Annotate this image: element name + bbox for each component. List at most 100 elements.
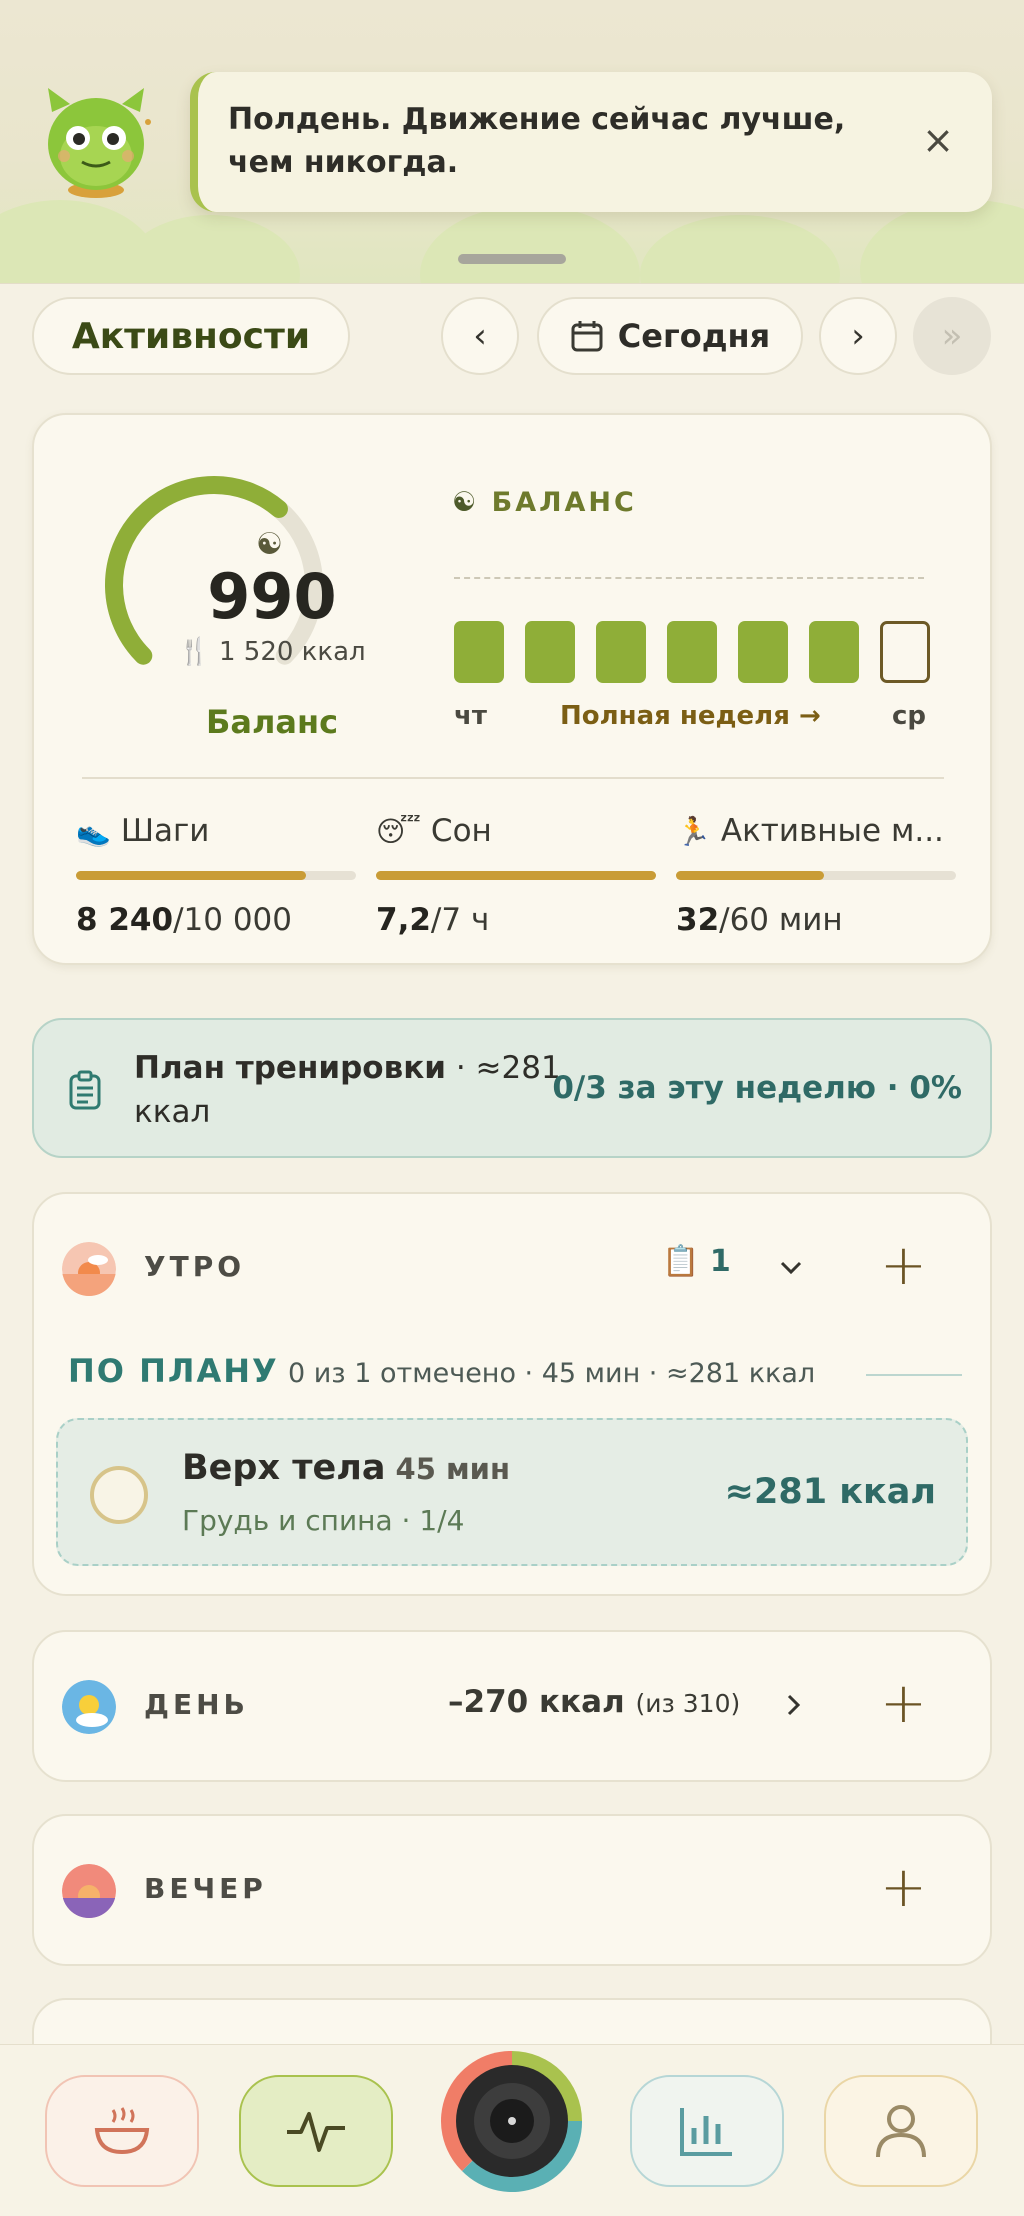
metric-active-minutes[interactable]: 🏃 Активные м... 32/60 мин: [676, 813, 956, 938]
metric-steps[interactable]: 👟 Шаги 8 240/10 000: [76, 813, 356, 938]
progress-bar: [676, 871, 956, 880]
add-activity-button[interactable]: +: [880, 1676, 927, 1732]
balance-title: БАЛАНС: [491, 487, 637, 518]
yin-yang-icon: ☯: [256, 527, 283, 562]
metric-sleep[interactable]: 😴 Сон 7,2/7 ч: [376, 813, 656, 938]
sunrise-icon: [62, 1242, 116, 1296]
workout-plan-card[interactable]: План тренировки · ≈281 ккал 0/3 за эту н…: [32, 1018, 992, 1158]
metric-name: Активные м...: [720, 813, 944, 849]
section-title: Активности: [71, 315, 311, 357]
toast-notification: Полдень. Движение сейчас лучше, чем нико…: [190, 72, 992, 212]
nav-activity-button[interactable]: [239, 2075, 393, 2187]
planned-count: 1: [709, 1244, 731, 1279]
chevron-left-icon: ‹: [473, 316, 487, 356]
intake-value: 1 520 ккал: [218, 637, 366, 667]
jump-today-button[interactable]: »: [913, 297, 991, 375]
metric-name: Шаги: [120, 813, 210, 849]
user-icon: [876, 2105, 926, 2158]
chevron-right-icon[interactable]: [778, 1690, 808, 1720]
sun-icon: [62, 1680, 116, 1734]
metric-value: 8 240: [76, 902, 174, 938]
progress-fill: [76, 871, 306, 880]
metric-goal: /60 мин: [719, 902, 843, 938]
progress-bar: [76, 871, 356, 880]
week-day-block[interactable]: [596, 621, 646, 683]
summary-card: ☯ 990 🍴 1 520 ккал Баланс ☯ БАЛАНС чт По…: [32, 413, 992, 965]
metric-goal: /10 000: [173, 902, 292, 938]
meal-section-day: ДЕНЬ –270 ккал (из 310) +: [32, 1630, 992, 1782]
progress-bar: [376, 871, 656, 880]
progress-fill: [676, 871, 825, 880]
camera-button[interactable]: [436, 2045, 588, 2197]
activity-pulse-icon: [287, 2112, 345, 2152]
fork-knife-icon: 🍴: [178, 637, 211, 667]
week-day-block[interactable]: [880, 621, 930, 683]
double-chevron-icon: »: [941, 316, 963, 356]
chevron-right-icon: ›: [851, 316, 865, 356]
dashed-divider: [454, 577, 924, 579]
gauge-label: Баланс: [205, 703, 339, 741]
full-week-link[interactable]: Полная неделя →: [560, 701, 821, 731]
week-start-label: чт: [454, 701, 487, 731]
section-title: ДЕНЬ: [144, 1688, 249, 1721]
workout-duration: 45 мин: [395, 1452, 511, 1486]
hill-decoration: [860, 200, 1024, 285]
planned-workout-item[interactable]: Верх тела 45 мин Грудь и спина · 1/4 ≈281…: [56, 1418, 968, 1566]
metric-value: 32: [676, 902, 720, 938]
plan-weekly-stat: 0/3 за эту неделю · 0%: [552, 1070, 962, 1106]
metric-name: Сон: [430, 813, 492, 849]
toast-message: Полдень. Движение сейчас лучше, чем нико…: [228, 102, 846, 180]
mascot-avatar[interactable]: [38, 82, 154, 204]
week-day-block[interactable]: [454, 621, 504, 683]
add-activity-button[interactable]: +: [880, 1860, 927, 1916]
bar-chart-icon: [680, 2108, 732, 2156]
progress-fill: [376, 871, 656, 880]
plan-meta: 0 из 1 отмечено · 45 мин · ≈281 ккал: [288, 1358, 816, 1389]
complete-checkbox[interactable]: [90, 1466, 148, 1524]
week-day-block[interactable]: [667, 621, 717, 683]
bowl-icon: [94, 2107, 150, 2155]
date-selector[interactable]: Сегодня: [537, 297, 803, 375]
week-day-block[interactable]: [809, 621, 859, 683]
section-title: УТРО: [144, 1250, 246, 1283]
meal-section-morning: УТРО 📋 1 + ПО ПЛАНУ 0 из 1 отмечено · 45…: [32, 1192, 992, 1596]
balance-value: 990: [207, 560, 337, 633]
nav-profile-button[interactable]: [824, 2075, 978, 2187]
close-icon[interactable]: ×: [918, 120, 958, 160]
clipboard-icon: 📋: [662, 1244, 700, 1279]
calendar-icon: [571, 321, 603, 352]
nav-food-button[interactable]: [45, 2075, 199, 2187]
add-activity-button[interactable]: +: [880, 1238, 927, 1294]
prev-day-button[interactable]: ‹: [441, 297, 519, 375]
divider: [866, 1374, 962, 1376]
sneaker-icon: 👟: [76, 815, 111, 848]
divider: [82, 777, 944, 779]
section-title-pill[interactable]: Активности: [32, 297, 350, 375]
drag-handle[interactable]: [458, 254, 566, 264]
workout-detail: Грудь и спина · 1/4: [182, 1504, 465, 1537]
hill-decoration: [420, 205, 640, 285]
plan-header: ПО ПЛАНУ: [68, 1352, 279, 1390]
week-day-block[interactable]: [525, 621, 575, 683]
intake-label: 🍴 1 520 ккал: [122, 637, 422, 667]
bottom-nav: [0, 2044, 1024, 2216]
clipboard-icon: [69, 1070, 101, 1110]
balance-section-title: ☯ БАЛАНС: [452, 487, 637, 518]
week-end-label: ср: [892, 701, 927, 731]
week-day-block[interactable]: [738, 621, 788, 683]
planned-count-badge[interactable]: 📋 1: [662, 1244, 731, 1279]
nav-stats-button[interactable]: [630, 2075, 784, 2187]
section-title: ВЕЧЕР: [144, 1872, 267, 1905]
next-day-button[interactable]: ›: [819, 297, 897, 375]
workout-title: Верх тела 45 мин: [182, 1448, 511, 1488]
sleepy-face-icon: 😴: [376, 815, 421, 848]
chevron-down-icon[interactable]: [776, 1252, 806, 1282]
yin-yang-icon: ☯: [452, 487, 480, 518]
day-kcal: –270 ккал (из 310): [448, 1684, 741, 1720]
plan-title: План тренировки · ≈281 ккал: [134, 1050, 561, 1130]
workout-kcal: ≈281 ккал: [724, 1472, 936, 1512]
metric-value: 7,2: [376, 902, 431, 938]
hill-decoration: [640, 215, 840, 285]
meal-section-evening: ВЕЧЕР +: [32, 1814, 992, 1966]
date-label: Сегодня: [617, 317, 771, 355]
